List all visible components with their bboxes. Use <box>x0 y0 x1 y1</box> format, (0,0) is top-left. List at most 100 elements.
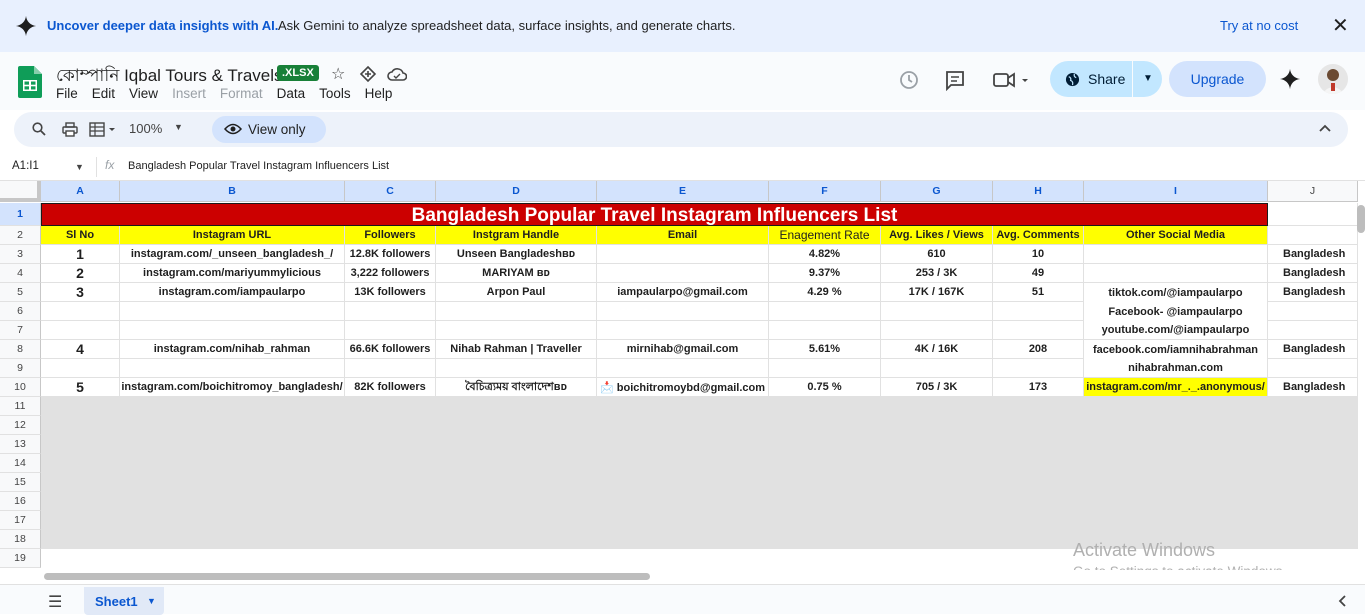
table-cell[interactable] <box>1268 321 1358 340</box>
close-banner-icon[interactable]: ✕ <box>1332 15 1349 37</box>
table-cell[interactable]: mirnihab@gmail.com <box>597 340 769 359</box>
table-cell[interactable] <box>597 302 769 321</box>
table-cell[interactable]: 📩 boichitromoybd@gmail.com <box>597 378 769 397</box>
cloud-status-icon[interactable] <box>387 66 407 82</box>
menu-edit[interactable]: Edit <box>92 86 115 101</box>
row-header-13[interactable]: 13 <box>0 435 41 454</box>
collapse-menus-icon[interactable] <box>1318 123 1332 133</box>
row-header-19[interactable]: 19 <box>0 549 41 568</box>
view-only-button[interactable]: View only <box>212 116 326 143</box>
table-cell[interactable] <box>436 302 597 321</box>
table-cell[interactable]: 51 <box>993 283 1084 302</box>
row-header-9[interactable]: 9 <box>0 359 41 378</box>
row-header-17[interactable]: 17 <box>0 511 41 530</box>
sheet-title-cell[interactable]: Bangladesh Popular Travel Instagram Infl… <box>41 203 1268 226</box>
row-header-8[interactable]: 8 <box>0 340 41 359</box>
try-at-no-cost-link[interactable]: Try at no cost <box>1220 18 1298 33</box>
table-cell[interactable]: 208 <box>993 340 1084 359</box>
table-cell[interactable] <box>1268 359 1358 378</box>
table-cell[interactable] <box>597 264 769 283</box>
name-box[interactable]: A1:I1 <box>12 160 39 172</box>
table-cell[interactable] <box>769 359 881 378</box>
column-header-i[interactable]: I <box>1084 181 1268 202</box>
table-cell[interactable]: instagram.com/iampaularpo <box>120 283 345 302</box>
table-cell[interactable] <box>436 359 597 378</box>
row-header-3[interactable]: 3 <box>0 245 41 264</box>
table-cell[interactable]: 12.8K followers <box>345 245 436 264</box>
table-cell[interactable] <box>597 321 769 340</box>
table-cell[interactable]: 4 <box>41 340 120 359</box>
version-history-icon[interactable] <box>898 69 920 91</box>
table-cell[interactable]: iampaularpo@gmail.com <box>597 283 769 302</box>
table-cell[interactable] <box>993 302 1084 321</box>
table-cell[interactable] <box>769 302 881 321</box>
star-icon[interactable]: ☆ <box>331 64 345 84</box>
row-header-1[interactable]: 1 <box>0 203 41 226</box>
header-engagement-rate[interactable]: Enagement Rate <box>769 226 881 245</box>
upgrade-button[interactable]: Upgrade <box>1169 61 1266 97</box>
row-header-15[interactable]: 15 <box>0 473 41 492</box>
table-cell[interactable]: Bangladesh <box>1268 264 1358 283</box>
column-header-d[interactable]: D <box>436 181 597 202</box>
table-cell[interactable]: 5.61% <box>769 340 881 359</box>
table-cell[interactable]: 1 <box>41 245 120 264</box>
table-cell[interactable]: 173 <box>993 378 1084 397</box>
table-cell[interactable]: 3,222 followers <box>345 264 436 283</box>
table-cell[interactable]: 10 <box>993 245 1084 264</box>
table-cell[interactable] <box>881 302 993 321</box>
table-cell[interactable]: 3 <box>41 283 120 302</box>
table-cell[interactable] <box>993 359 1084 378</box>
table-cell[interactable]: 0.75 % <box>769 378 881 397</box>
menu-data[interactable]: Data <box>277 86 306 101</box>
table-cell[interactable]: Bangladesh <box>1268 245 1358 264</box>
menu-help[interactable]: Help <box>365 86 393 101</box>
table-cell[interactable]: 82K followers <box>345 378 436 397</box>
sheet-tab-dropdown-icon[interactable]: ▼ <box>147 596 156 606</box>
move-folder-icon[interactable] <box>359 65 377 83</box>
cell-j2[interactable] <box>1268 226 1358 245</box>
row-header-14[interactable]: 14 <box>0 454 41 473</box>
menu-tools[interactable]: Tools <box>319 86 351 101</box>
menu-format[interactable]: Format <box>220 86 263 101</box>
table-cell[interactable]: 49 <box>993 264 1084 283</box>
all-sheets-icon[interactable]: ☰ <box>48 592 62 612</box>
table-cell[interactable]: Nihab Rahman | Traveller <box>436 340 597 359</box>
empty-rows[interactable] <box>41 397 1358 549</box>
header-handle[interactable]: Instgram Handle <box>436 226 597 245</box>
table-cell[interactable] <box>1084 264 1268 283</box>
table-cell[interactable]: youtube.com/@iampaularpo <box>1084 321 1268 340</box>
table-cell[interactable]: instagram.com/nihab_rahman <box>120 340 345 359</box>
table-cell[interactable]: 17K / 167K <box>881 283 993 302</box>
table-cell[interactable] <box>345 321 436 340</box>
column-header-e[interactable]: E <box>597 181 769 202</box>
table-cell[interactable] <box>881 321 993 340</box>
table-cell[interactable]: instagram.com/mr_._.anonymous/ <box>1084 378 1268 397</box>
table-cell[interactable]: 610 <box>881 245 993 264</box>
column-header-c[interactable]: C <box>345 181 436 202</box>
column-header-j[interactable]: J <box>1268 181 1358 202</box>
table-cell[interactable] <box>769 321 881 340</box>
search-icon[interactable] <box>32 122 46 136</box>
header-avg-comments[interactable]: Avg. Comments <box>993 226 1084 245</box>
table-cell[interactable] <box>436 321 597 340</box>
table-cell[interactable] <box>120 359 345 378</box>
zoom-dropdown-icon[interactable]: ▼ <box>174 122 183 132</box>
menu-view[interactable]: View <box>129 86 158 101</box>
header-sl-no[interactable]: Sl No <box>41 226 120 245</box>
share-button[interactable]: Share ▼ <box>1050 61 1162 97</box>
sheet-tab-sheet1[interactable]: Sheet1 ▼ <box>84 587 164 615</box>
table-cell[interactable]: 13K followers <box>345 283 436 302</box>
row-header-5[interactable]: 5 <box>0 283 41 302</box>
zoom-select[interactable]: 100% <box>129 121 162 136</box>
table-cell[interactable]: 9.37% <box>769 264 881 283</box>
header-followers[interactable]: Followers <box>345 226 436 245</box>
table-cell[interactable] <box>1084 245 1268 264</box>
row-header-7[interactable]: 7 <box>0 321 41 340</box>
row-header-6[interactable]: 6 <box>0 302 41 321</box>
table-cell[interactable] <box>345 302 436 321</box>
table-cell[interactable]: Bangladesh <box>1268 283 1358 302</box>
table-cell[interactable]: 4.29 % <box>769 283 881 302</box>
table-cell[interactable]: Bangladesh <box>1268 340 1358 359</box>
table-cell[interactable]: Bangladesh <box>1268 378 1358 397</box>
table-cell[interactable]: Arpon Paul <box>436 283 597 302</box>
